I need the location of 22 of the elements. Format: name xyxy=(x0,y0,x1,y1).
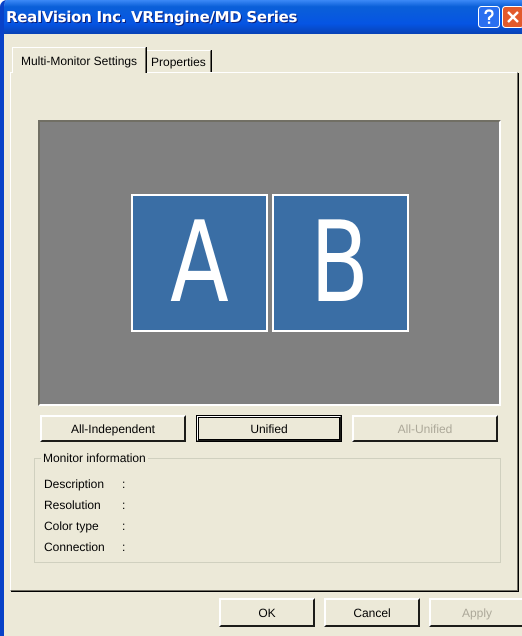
info-label: Resolution xyxy=(44,498,102,512)
info-label: Connection xyxy=(44,540,106,554)
info-separator: : xyxy=(122,498,126,512)
monitor-tile[interactable]: B xyxy=(272,194,408,332)
help-icon[interactable] xyxy=(478,6,500,28)
close-icon[interactable] xyxy=(502,6,522,28)
window-title: RealVision Inc. VREngine/MD Series xyxy=(6,8,298,26)
mode-button[interactable]: All-Independent xyxy=(40,415,186,442)
monitor-letter: B xyxy=(310,207,370,319)
tab[interactable]: Multi-Monitor Settings xyxy=(12,47,146,73)
info-separator: : xyxy=(122,540,126,554)
info-separator: : xyxy=(122,476,126,490)
tab[interactable]: Properties xyxy=(146,50,211,72)
group-title: Monitor information xyxy=(41,451,148,465)
info-separator: : xyxy=(122,518,126,532)
monitor-tile[interactable]: A xyxy=(130,194,268,332)
info-label: Description xyxy=(44,476,106,490)
monitor-letter: A xyxy=(170,207,228,319)
dialog-button[interactable]: Cancel xyxy=(324,598,420,627)
info-label: Color type xyxy=(44,518,100,532)
mode-button[interactable]: Unified xyxy=(196,415,342,442)
dialog-button[interactable]: OK xyxy=(219,598,315,627)
